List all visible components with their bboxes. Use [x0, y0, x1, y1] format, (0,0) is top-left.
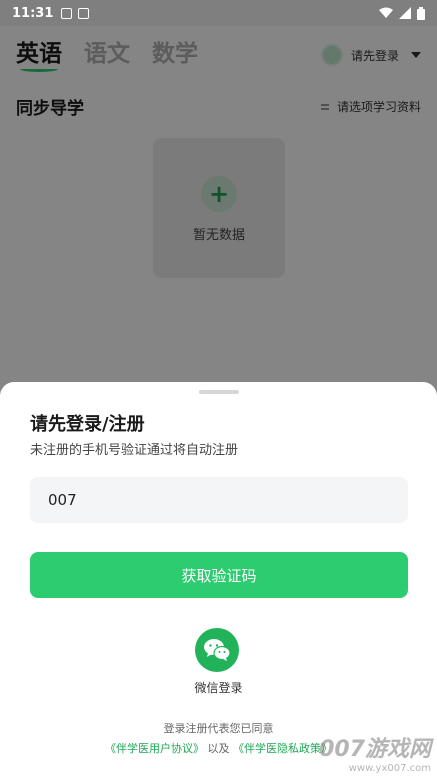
keyboard-icon: [78, 7, 90, 19]
status-time: 11:31: [12, 5, 54, 21]
watermark-url: www.yx007.com: [348, 763, 431, 774]
wechat-login-button[interactable]: [195, 628, 239, 672]
sheet-subtitle: 未注册的手机号验证通过将自动注册: [30, 443, 239, 458]
sheet-title: 请先登录/注册: [30, 414, 145, 435]
user-agreement-link[interactable]: 《伴学医用户协议》: [105, 742, 204, 755]
privacy-policy-link[interactable]: 《伴学医隐私政策》: [233, 742, 332, 755]
status-bar: 11:31: [0, 0, 437, 26]
sheet-handle[interactable]: [199, 390, 239, 394]
notification-icon: [61, 7, 73, 19]
battery-icon: [417, 6, 425, 20]
phone-input[interactable]: [30, 477, 408, 523]
signal-icon: [399, 7, 411, 19]
policy-and-text: 以及: [207, 742, 230, 755]
get-code-button[interactable]: 获取验证码: [30, 552, 408, 598]
wechat-icon: [204, 639, 231, 661]
status-right-icons: [379, 6, 425, 20]
login-sheet: 请先登录/注册 未注册的手机号验证通过将自动注册 获取验证码 微信登录 登录注册…: [0, 382, 437, 778]
wifi-icon: [379, 7, 393, 18]
watermark: 007游戏网 www.yx007.com: [319, 731, 431, 774]
wechat-login-label: 微信登录: [194, 681, 243, 695]
watermark-title: 007游戏网: [319, 737, 431, 762]
